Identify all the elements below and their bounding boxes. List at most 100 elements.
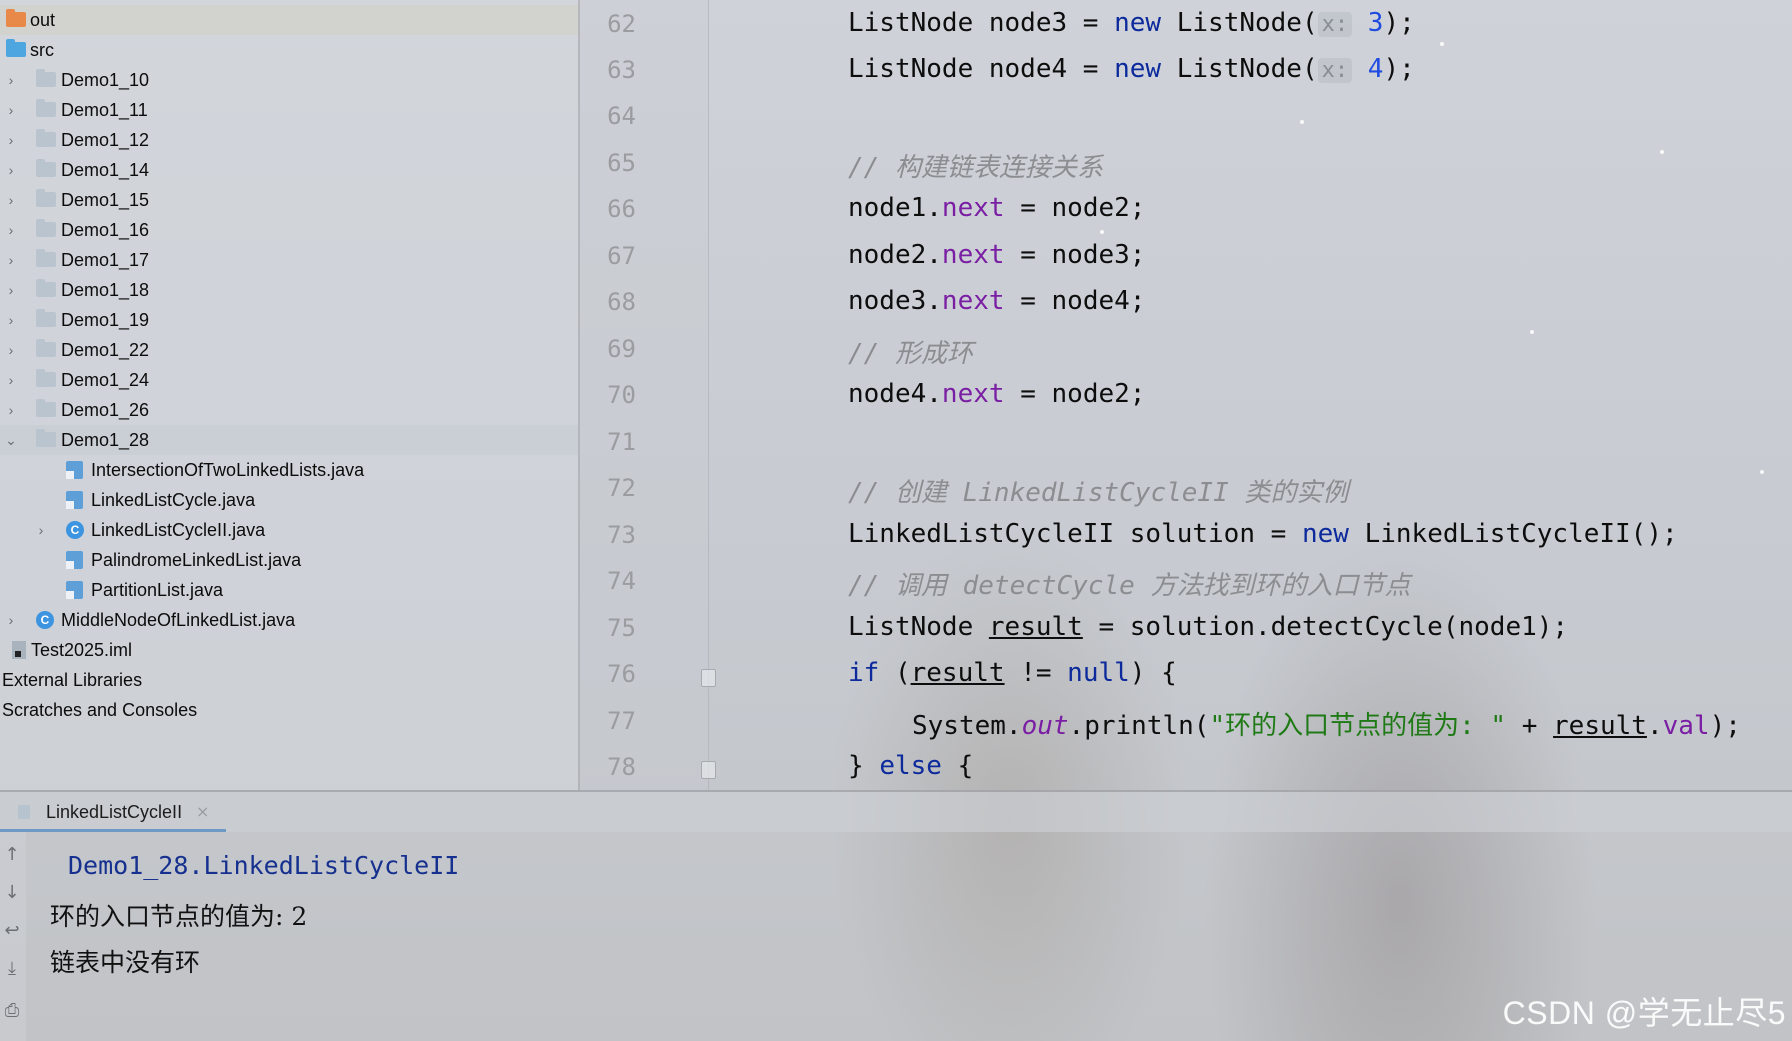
tree-item-file[interactable]: Test2025.iml <box>0 635 578 665</box>
chevron-right-icon[interactable]: › <box>4 95 18 125</box>
tree-item-label: Demo1_19 <box>61 310 150 330</box>
tree-item-file[interactable]: PartitionList.java <box>0 575 578 605</box>
print-icon[interactable]: ⎙ <box>2 1000 22 1022</box>
tree-item-package[interactable]: › Demo1_15 <box>0 185 578 215</box>
chevron-right-icon[interactable]: › <box>4 155 18 185</box>
tree-item-package[interactable]: › Demo1_17 <box>0 245 578 275</box>
line-number: 65 <box>607 149 636 177</box>
tree-item-file[interactable]: › C MiddleNodeOfLinkedList.java <box>0 605 578 635</box>
tree-item-external-libraries[interactable]: External Libraries <box>0 665 578 695</box>
field-token: next <box>941 379 1005 409</box>
code-token: ListNode node3 = <box>848 8 1115 38</box>
tree-item-label: Demo1_12 <box>61 130 150 150</box>
tree-item-label: PartitionList.java <box>91 580 224 600</box>
arrow-down-icon[interactable]: ↓ <box>2 882 22 904</box>
keyword-token: null <box>1067 658 1130 688</box>
tree-item-label: Demo1_16 <box>61 220 150 240</box>
package-icon <box>36 99 56 117</box>
code-token: = node4; <box>1004 286 1146 316</box>
code-token: node4. <box>848 379 942 409</box>
chevron-right-icon[interactable]: › <box>4 365 18 395</box>
chevron-right-icon[interactable]: › <box>34 515 48 545</box>
code-line[interactable]: LinkedListCycleII solution = new LinkedL… <box>848 519 1678 549</box>
chevron-right-icon[interactable]: › <box>4 335 18 365</box>
package-icon <box>36 309 56 327</box>
keyword-token: new <box>1301 519 1349 549</box>
run-tab-linkedlistcycleii[interactable]: LinkedListCycleII × <box>0 792 226 832</box>
scroll-to-end-icon[interactable]: ⤓ <box>2 958 22 980</box>
chevron-right-icon[interactable]: › <box>4 245 18 275</box>
code-comment[interactable]: // 形成环 <box>848 333 973 370</box>
static-field-token: out <box>1021 711 1069 741</box>
code-line[interactable]: if (result != null) { <box>848 658 1177 688</box>
tree-item-out[interactable]: out <box>0 5 578 35</box>
code-line[interactable]: ListNode result = solution.detectCycle(n… <box>848 612 1568 642</box>
code-line[interactable]: node4.next = node2; <box>848 379 1145 409</box>
tree-item-package[interactable]: › Demo1_16 <box>0 215 578 245</box>
tree-item-package-selected[interactable]: ⌄ Demo1_28 <box>0 425 578 455</box>
code-token: { <box>941 751 974 781</box>
fold-marker-icon[interactable] <box>701 761 716 779</box>
close-icon[interactable]: × <box>196 792 209 832</box>
line-number: 73 <box>607 521 636 549</box>
tree-item-package[interactable]: › Demo1_24 <box>0 365 578 395</box>
code-line[interactable]: node3.next = node4; <box>848 286 1145 316</box>
tree-item-package[interactable]: › Demo1_10 <box>0 65 578 95</box>
field-token: val <box>1662 711 1710 741</box>
line-number: 75 <box>607 614 636 642</box>
run-tab-bar <box>0 792 1792 832</box>
code-token: = node2; <box>1004 379 1146 409</box>
tree-item-package[interactable]: › Demo1_26 <box>0 395 578 425</box>
java-file-icon <box>66 491 83 509</box>
chevron-right-icon[interactable]: › <box>4 275 18 305</box>
arrow-up-icon[interactable]: ↑ <box>2 844 22 866</box>
iml-file-icon <box>12 641 26 659</box>
tree-item-package[interactable]: › Demo1_18 <box>0 275 578 305</box>
tree-item-src[interactable]: src <box>0 35 578 65</box>
tree-item-package[interactable]: › Demo1_12 <box>0 125 578 155</box>
code-comment[interactable]: // 调用 detectCycle 方法找到环的入口节点 <box>848 565 1410 602</box>
code-line[interactable]: System.out.println("环的入口节点的值为: " + resul… <box>912 705 1741 742</box>
code-token: ListNode <box>848 612 989 642</box>
tree-item-file[interactable]: IntersectionOfTwoLinkedLists.java <box>0 455 578 485</box>
line-number: 68 <box>607 288 636 316</box>
fold-marker-icon[interactable] <box>701 669 716 687</box>
tree-item-file[interactable]: › C LinkedListCycleII.java <box>0 515 578 545</box>
code-comment[interactable]: // 构建链表连接关系 <box>848 147 1103 184</box>
tree-item-label: PalindromeLinkedList.java <box>91 550 302 570</box>
code-line[interactable]: } else { <box>848 751 973 781</box>
chevron-right-icon[interactable]: › <box>4 395 18 425</box>
chevron-right-icon[interactable]: › <box>4 605 18 635</box>
tree-item-label: src <box>30 40 54 60</box>
tree-item-package[interactable]: › Demo1_22 <box>0 335 578 365</box>
string-token: "环的入口节点的值为: " <box>1209 711 1507 741</box>
code-comment[interactable]: // 创建 LinkedListCycleII 类的实例 <box>848 472 1348 509</box>
tree-item-label: Demo1_15 <box>61 190 150 210</box>
code-line[interactable]: node2.next = node3; <box>848 240 1145 270</box>
chevron-down-icon[interactable]: ⌄ <box>4 425 18 455</box>
star <box>1300 120 1304 124</box>
chevron-right-icon[interactable]: › <box>4 65 18 95</box>
tree-item-file[interactable]: LinkedListCycle.java <box>0 485 578 515</box>
tree-item-label: LinkedListCycle.java <box>91 490 256 510</box>
folder-icon <box>6 9 26 27</box>
line-number: 71 <box>607 428 636 456</box>
soft-wrap-icon[interactable]: ↩ <box>2 920 22 942</box>
watermark-text: CSDN @学无止尽5 <box>1502 995 1786 1031</box>
tree-item-package[interactable]: › Demo1_14 <box>0 155 578 185</box>
chevron-right-icon[interactable]: › <box>4 215 18 245</box>
tree-item-label: Test2025.iml <box>31 640 133 660</box>
chevron-right-icon[interactable]: › <box>4 125 18 155</box>
code-line[interactable]: node1.next = node2; <box>848 193 1145 223</box>
tree-item-label: Demo1_22 <box>61 340 150 360</box>
chevron-right-icon[interactable]: › <box>4 305 18 335</box>
tree-item-file[interactable]: PalindromeLinkedList.java <box>0 545 578 575</box>
tree-item-package[interactable]: › Demo1_19 <box>0 305 578 335</box>
number-token: 4 <box>1367 54 1384 84</box>
code-line[interactable]: ListNode node3 = new ListNode(x: 3); <box>848 8 1415 38</box>
field-token: next <box>941 193 1005 223</box>
code-line[interactable]: ListNode node4 = new ListNode(x: 4); <box>848 54 1415 84</box>
tree-item-package[interactable]: › Demo1_11 <box>0 95 578 125</box>
tree-item-scratches[interactable]: Scratches and Consoles <box>0 695 578 725</box>
chevron-right-icon[interactable]: › <box>4 185 18 215</box>
